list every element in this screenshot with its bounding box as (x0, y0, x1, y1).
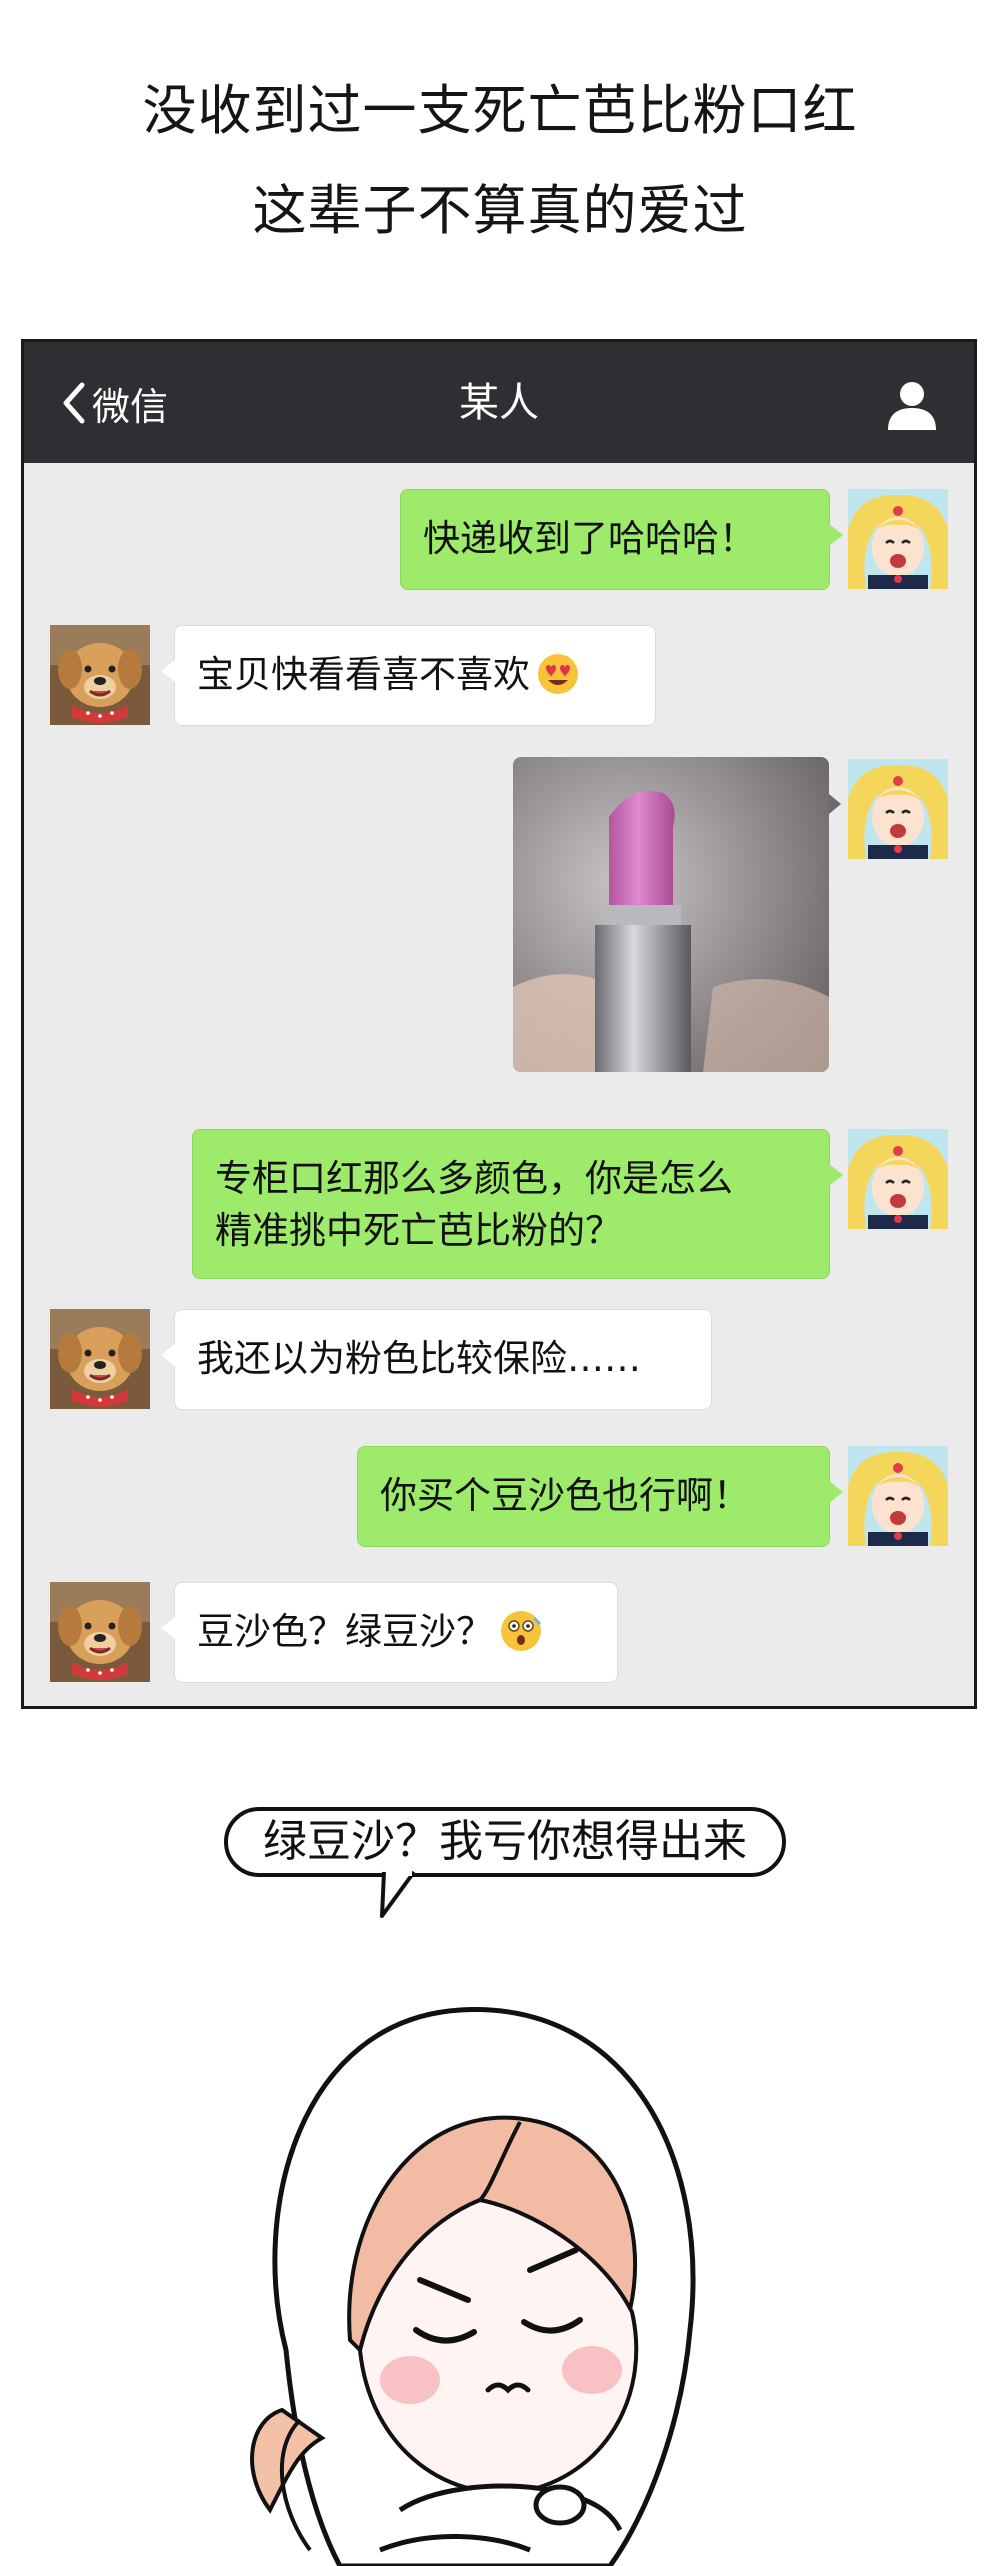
message-bubble-incoming[interactable]: 我还以为粉色比较保险…… (161, 1309, 712, 1410)
comic-speech-bubble: 绿豆沙？我亏你想得出来 (224, 1807, 786, 1877)
message-text: 我还以为粉色比较保险…… (197, 1337, 641, 1380)
message-text-line-2: 精准挑中死亡芭比粉的？ (215, 1209, 622, 1252)
message-bubble-incoming[interactable]: 豆沙色？绿豆沙？ (161, 1582, 618, 1683)
heart-eyes-emoji-icon (536, 652, 580, 696)
message-text-line-1: 专柜口红那么多颜色，你是怎么 (215, 1157, 733, 1200)
shocked-emoji-icon (499, 1609, 543, 1653)
headline-line-2: 这辈子不算真的爱过 (252, 179, 748, 242)
chat-navbar: 微信 某人 (24, 342, 974, 463)
contact-info-button[interactable] (886, 380, 938, 430)
message-text: 快递收到了哈哈哈！ (423, 517, 756, 560)
message-text: 宝贝快看看喜不喜欢 (197, 653, 530, 696)
message-bubble-outgoing[interactable]: 快递收到了哈哈哈！ (400, 489, 843, 590)
hooded-girl-illustration (250, 2007, 696, 2566)
friend-avatar[interactable] (50, 1309, 150, 1409)
message-bubble-outgoing[interactable]: 专柜口红那么多颜色，你是怎么 精准挑中死亡芭比粉的？ (192, 1129, 843, 1279)
headline-line-1: 没收到过一支死亡芭比粉口红 (142, 79, 858, 142)
chat-title: 某人 (459, 380, 539, 426)
message-text: 你买个豆沙色也行啊！ (380, 1474, 750, 1517)
message-text: 豆沙色？绿豆沙？ (197, 1610, 493, 1653)
person-icon (886, 382, 938, 434)
friend-avatar[interactable] (50, 625, 150, 725)
message-bubble-outgoing[interactable]: 你买个豆沙色也行啊！ (357, 1446, 843, 1547)
friend-avatar[interactable] (50, 1582, 150, 1682)
chat-window: 微信 某人 快递收到了哈哈哈！ 宝贝快看看喜不喜欢 专柜口红那么多颜色，你是怎么… (21, 339, 977, 1709)
my-avatar[interactable] (848, 1129, 948, 1229)
speech-bubble-tail (380, 1870, 416, 1918)
my-avatar[interactable] (848, 489, 948, 589)
photo-bubble-tail (829, 794, 841, 814)
my-avatar[interactable] (848, 1446, 948, 1546)
my-avatar[interactable] (848, 759, 948, 859)
message-bubble-incoming[interactable]: 宝贝快看看喜不喜欢 (161, 625, 656, 726)
speech-text: 绿豆沙？我亏你想得出来 (263, 1816, 747, 1867)
lipstick-photo-message[interactable] (513, 757, 829, 1072)
